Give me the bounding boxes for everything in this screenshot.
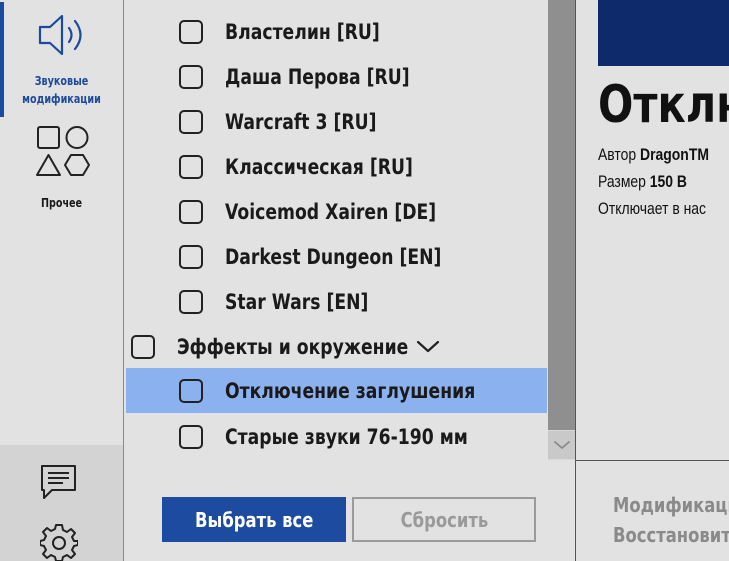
list-item-label: Star Wars [EN] (225, 289, 369, 314)
size-value: 150 B (649, 172, 688, 191)
list-item-selected[interactable]: Отключение заглушения (126, 368, 547, 413)
mod-author: Автор DragonTM (598, 144, 709, 166)
checkbox[interactable] (179, 154, 203, 179)
detail-footer-line1: Модификаци (613, 493, 729, 517)
sidebar-item-label: Звуковые (34, 74, 89, 88)
checkbox[interactable] (179, 64, 203, 89)
list-item-label: Voicemod Xairen [DE] (225, 199, 437, 224)
author-label: Автор (598, 145, 637, 164)
list-item[interactable]: Старые звуки 76-190 мм (179, 414, 521, 459)
author-value: DragonTM (640, 145, 709, 164)
feedback-icon[interactable] (39, 462, 79, 502)
checkbox[interactable] (179, 19, 203, 44)
sidebar-item-sound-mods[interactable]: Звуковые модификации (0, 10, 123, 108)
checkbox[interactable] (179, 378, 203, 403)
sidebar-bottom (0, 445, 123, 561)
list-item[interactable]: Властелин [RU] (179, 9, 414, 54)
list-item-label: Darkest Dungeon [EN] (225, 244, 442, 269)
sidebar-item-label: Прочее (40, 196, 83, 210)
gear-icon[interactable] (40, 523, 78, 561)
sidebar-item-label: модификации (22, 92, 101, 106)
category-label: Эффекты и окружение (177, 334, 409, 359)
list-item[interactable]: Darkest Dungeon [EN] (179, 234, 489, 279)
list-item-label: Warcraft 3 [RU] (225, 109, 377, 134)
checkbox[interactable] (179, 244, 203, 269)
list-item[interactable]: Warcraft 3 [RU] (179, 99, 410, 144)
mod-size: Размер 150 B (598, 171, 687, 193)
category-row[interactable]: Эффекты и окружение (131, 324, 459, 369)
chevron-down-icon[interactable] (416, 340, 440, 354)
reset-label: Сбросить (400, 507, 488, 532)
reset-button[interactable]: Сбросить (352, 497, 536, 542)
size-label: Размер (598, 172, 646, 191)
list-item-label: Классическая [RU] (225, 154, 413, 179)
sidebar-item-other[interactable]: Прочее (0, 124, 123, 212)
shapes-icon (35, 126, 90, 176)
chevron-down-icon (553, 441, 570, 450)
detail-divider (575, 0, 576, 561)
detail-separator (576, 460, 729, 461)
mod-list: Властелин [RU] Даша Перова [RU] Warcraft… (124, 0, 548, 470)
list-item-label: Даша Перова [RU] (225, 64, 410, 89)
checkbox[interactable] (179, 289, 203, 314)
list-item[interactable]: Star Wars [EN] (179, 279, 400, 324)
select-all-button[interactable]: Выбрать все (162, 497, 346, 542)
checkbox[interactable] (179, 199, 203, 224)
mod-title: Отклю (598, 75, 729, 135)
list-item-label: Властелин [RU] (225, 19, 380, 44)
checkbox[interactable] (131, 334, 155, 359)
sidebar: Звуковые модификации Прочее (0, 0, 123, 561)
list-item[interactable]: Даша Перова [RU] (179, 54, 450, 99)
checkbox[interactable] (179, 424, 203, 449)
select-all-label: Выбрать все (194, 507, 314, 532)
list-item-label: Отключение заглушения (225, 378, 476, 403)
scrollbar-thumb[interactable] (548, 0, 575, 430)
mod-banner (598, 0, 729, 66)
speaker-icon (38, 14, 82, 56)
scroll-down-button[interactable] (548, 431, 575, 459)
list-item[interactable]: Классическая [RU] (179, 144, 454, 189)
checkbox[interactable] (179, 109, 203, 134)
list-item[interactable]: Voicemod Xairen [DE] (179, 189, 482, 234)
mod-description: Отключает в нас (598, 199, 707, 218)
detail-footer-line2: Восстановит (613, 523, 729, 547)
list-item-label: Старые звуки 76-190 мм (225, 424, 468, 449)
